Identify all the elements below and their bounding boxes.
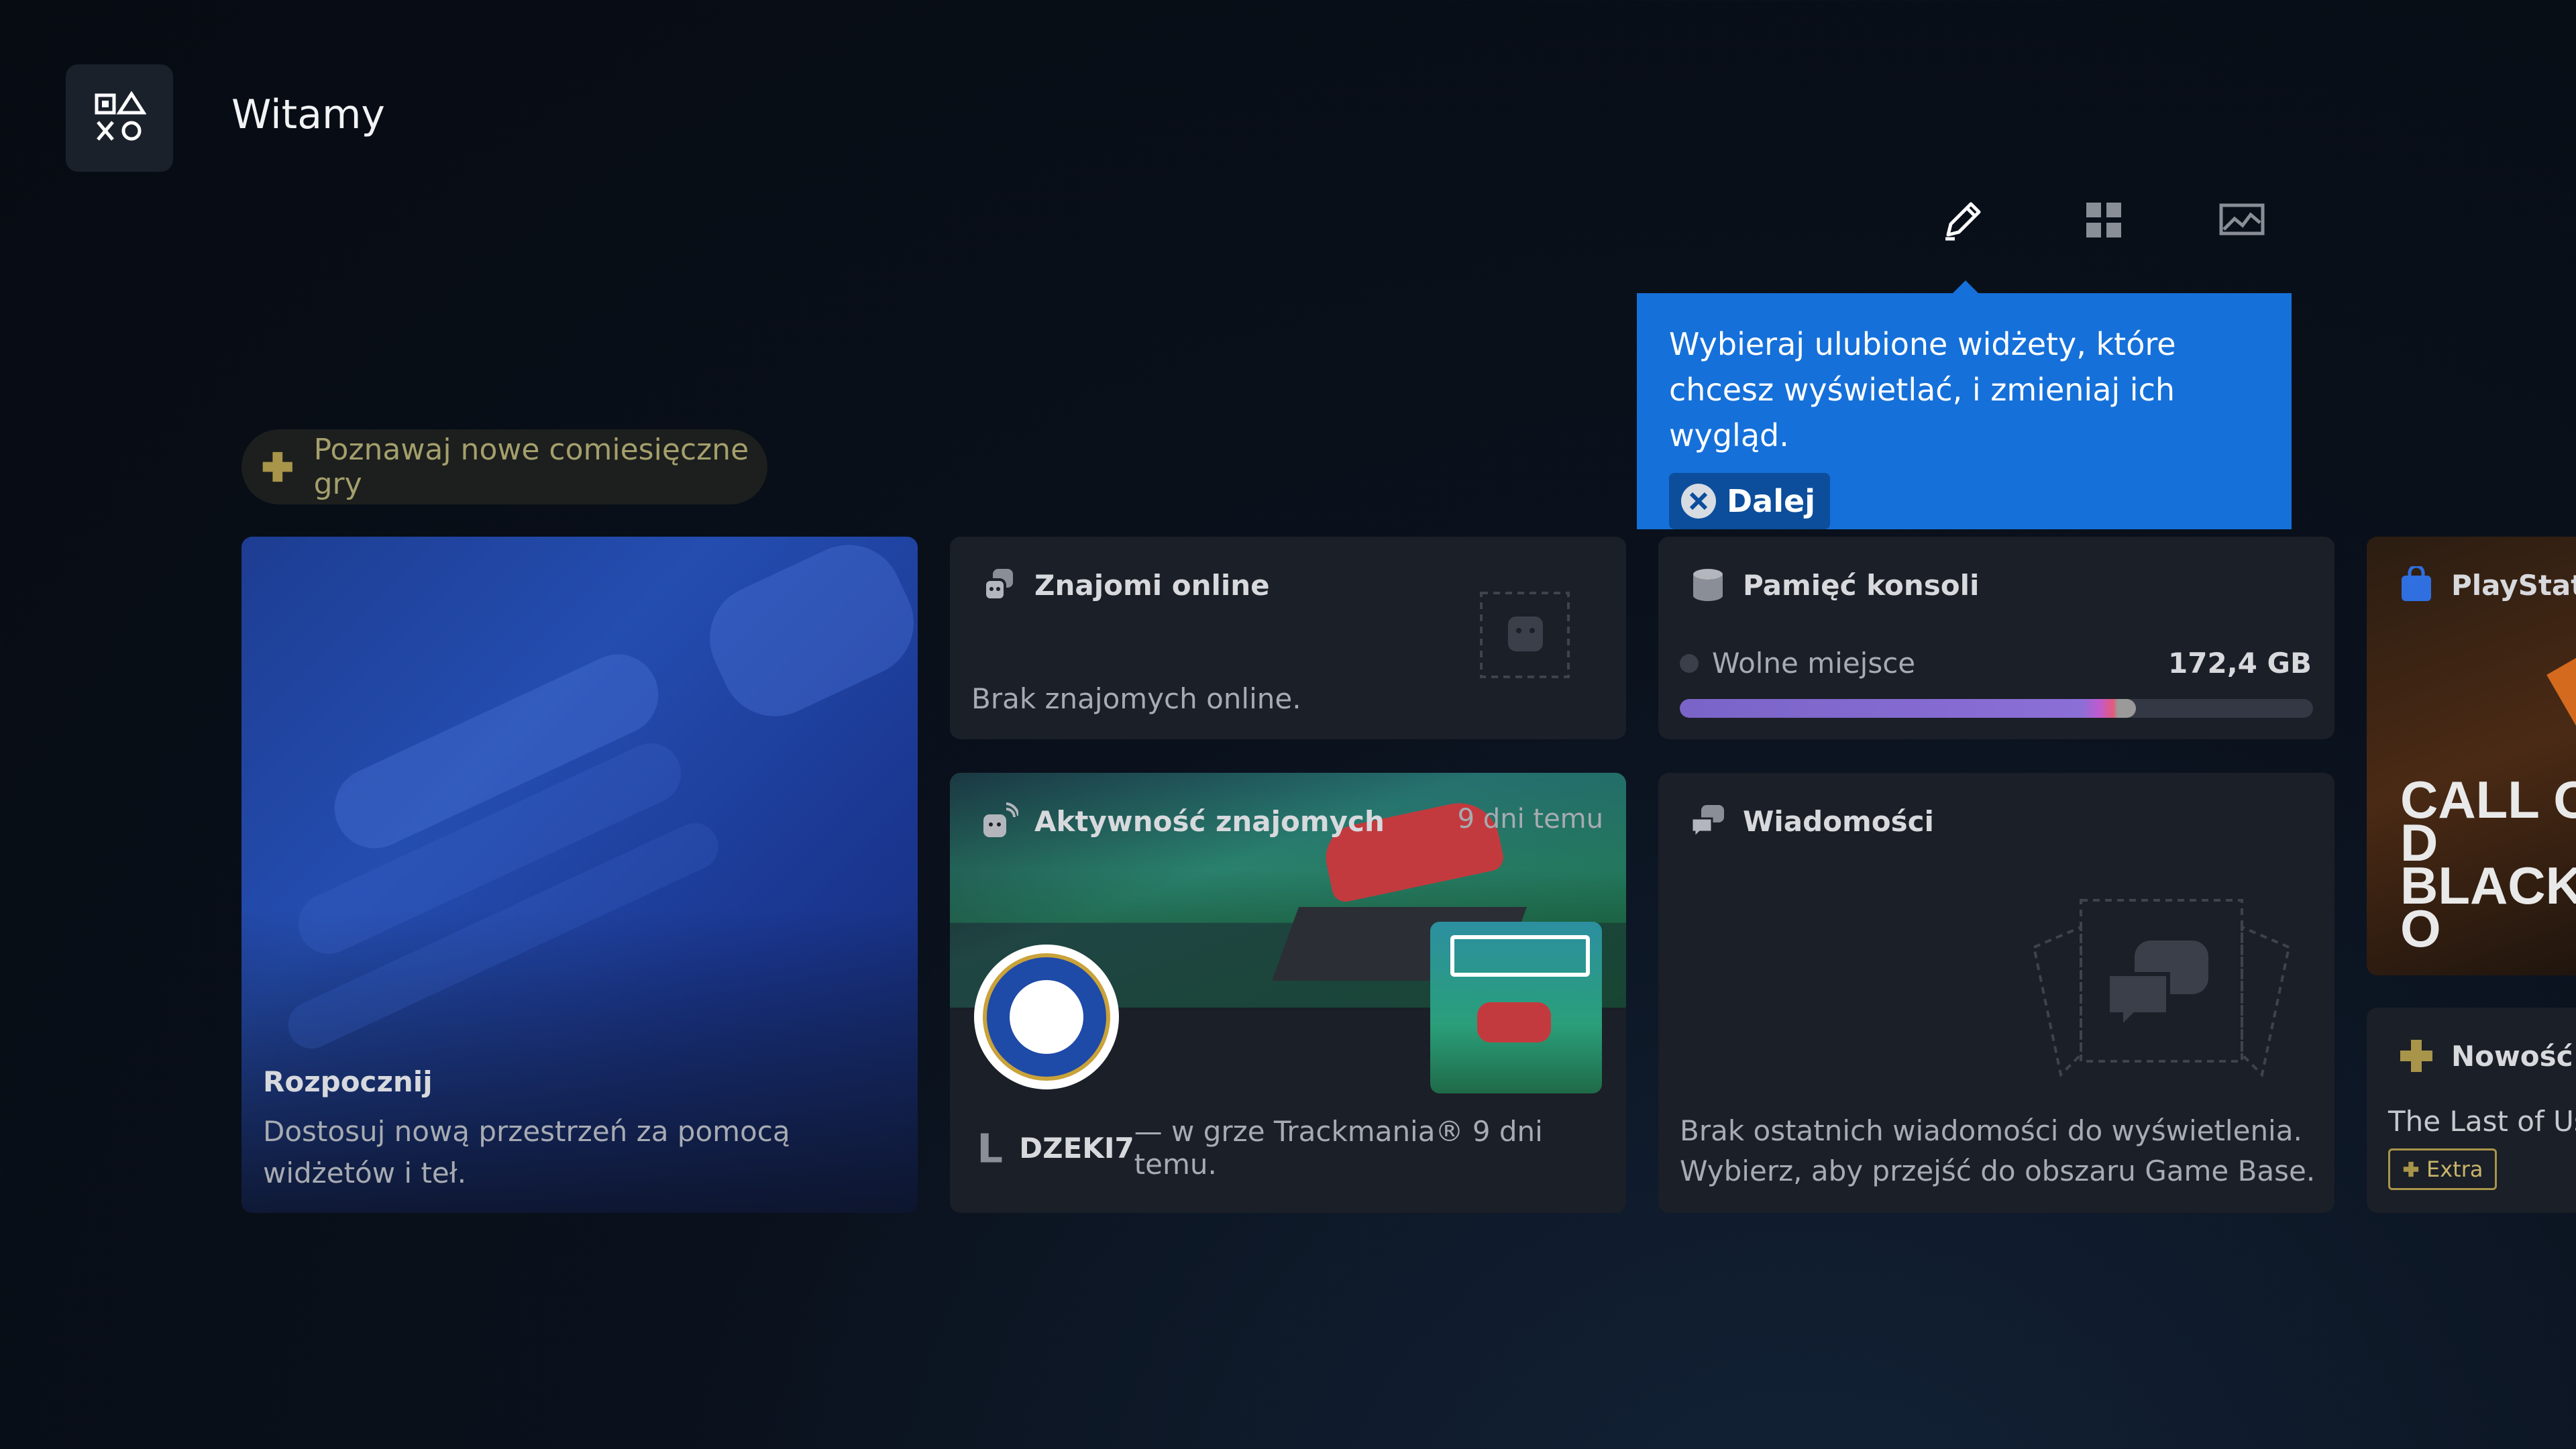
avatar	[974, 945, 1119, 1089]
ps-store-icon	[2402, 566, 2431, 601]
activity-card-title: Aktywność znajomych	[1034, 804, 1385, 838]
plus-new-card-title: Nowość w	[2451, 1039, 2576, 1073]
messages-empty-text: Brak ostatnich wiadomości do wyświetleni…	[1680, 1114, 2316, 1187]
console-storage-card[interactable]: Pamięć konsoli Wolne miejsce 172,4 GB	[1658, 537, 2334, 739]
free-space-label: Wolne miejsce	[1712, 647, 1916, 680]
friends-activity-icon	[983, 802, 1018, 837]
background-button[interactable]	[2208, 186, 2275, 254]
ps-plus-icon	[262, 451, 292, 482]
club-crest-icon	[983, 953, 1110, 1081]
cross-button-icon	[1681, 484, 1716, 519]
activity-user: DZEKI7	[1019, 1131, 1134, 1165]
friends-empty-text: Brak znajomych online.	[971, 682, 1301, 715]
page-title: Witamy	[231, 91, 385, 138]
race-car-shape	[1477, 1002, 1551, 1042]
next-button[interactable]: Dalej	[1669, 473, 1830, 529]
game-thumbnail[interactable]	[1430, 922, 1602, 1093]
onboarding-tooltip: Wybieraj ulubione widżety, które chcesz …	[1637, 293, 2292, 529]
friends-online-card[interactable]: Znajomi online Brak znajomych online.	[950, 537, 1626, 739]
image-icon	[2219, 203, 2265, 235]
monthly-games-label: Poznawaj nowe comiesięczne gry	[313, 433, 749, 501]
start-card[interactable]: Rozpocznij Dostosuj nową przestrzeń za p…	[241, 537, 918, 1213]
monthly-games-pill[interactable]: Poznawaj nowe comiesięczne gry	[241, 429, 767, 504]
activity-text: — w grze Trackmania® 9 dni temu.	[1134, 1115, 1543, 1181]
ps-shapes-icon	[95, 91, 146, 141]
plus-new-game: The Last of Us™	[2388, 1105, 2576, 1138]
friends-icon	[983, 569, 1013, 601]
widgets-layout-button[interactable]	[2070, 186, 2137, 254]
friends-activity-card[interactable]: Aktywność znajomych 9 dni temu DZEKI7 — …	[950, 773, 1626, 1213]
grid-icon	[2086, 203, 2121, 237]
storage-card-title: Pamięć konsoli	[1743, 568, 1980, 602]
ps-plus-icon	[2403, 1161, 2419, 1177]
game-controller-icon	[980, 1133, 1002, 1163]
empty-messages-illustration	[2032, 899, 2291, 1078]
messages-card[interactable]: Wiadomości Brak ostatnich wiadomości do …	[1658, 773, 2334, 1213]
app-switcher-button[interactable]	[66, 64, 173, 172]
edit-widgets-button[interactable]	[1929, 186, 1996, 254]
free-space-value: 172,4 GB	[2168, 647, 2312, 680]
game-logo	[1450, 935, 1590, 977]
start-card-description: Dostosuj nową przestrzeń za pomocą widże…	[263, 1115, 790, 1189]
storage-icon	[1693, 569, 1723, 601]
ps-plus-icon	[2400, 1040, 2432, 1072]
tooltip-text: Wybieraj ulubione widżety, które chcesz …	[1669, 326, 2176, 453]
pencil-icon	[1945, 202, 1981, 241]
empty-friends-illustration	[1480, 592, 1570, 678]
start-card-title: Rozpocznij	[263, 1065, 433, 1098]
ps-card-title: PlayStatio	[2451, 568, 2576, 602]
playstation-store-card[interactable]: CALL OF DBLACK O PlayStatio	[2367, 537, 2576, 975]
messages-icon	[1690, 805, 1724, 840]
legend-dot	[1680, 653, 1699, 673]
extra-badge: Extra	[2388, 1148, 2498, 1190]
extra-badge-label: Extra	[2426, 1157, 2483, 1182]
messages-card-title: Wiadomości	[1743, 804, 1934, 838]
decor-shape	[692, 537, 918, 735]
next-button-label: Dalej	[1727, 483, 1815, 519]
storage-bar-fill	[1680, 699, 2136, 718]
plus-new-card[interactable]: Nowość w The Last of Us™ Extra	[2367, 1008, 2576, 1213]
game-logo: CALL OF DBLACK O	[2400, 770, 2576, 958]
storage-bar	[1680, 699, 2313, 718]
activity-time: 9 dni temu	[1457, 804, 1603, 835]
friends-card-title: Znajomi online	[1034, 568, 1270, 602]
